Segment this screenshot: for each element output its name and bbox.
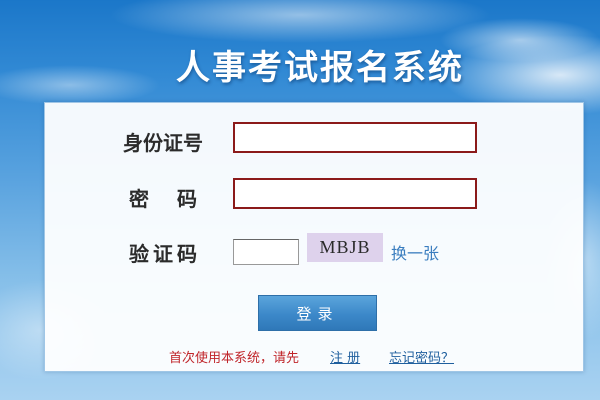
register-prompt: 首次使用本系统，请先 xyxy=(169,351,300,366)
forgot-password-link[interactable]: 忘记密码？ xyxy=(389,347,454,366)
captcha-input[interactable] xyxy=(233,239,299,265)
refresh-captcha-link[interactable]: 换一张 xyxy=(391,240,439,264)
password-input[interactable] xyxy=(233,178,477,209)
id-number-input[interactable] xyxy=(233,122,477,153)
password-label: 密 码 xyxy=(129,187,201,211)
login-button[interactable]: 登录 xyxy=(258,295,377,331)
captcha-label: 验证码 xyxy=(129,242,201,266)
login-panel: 身份证号 密 码 验证码 MBJB 换一张 登录 首次使用本系统，请先 注 册 … xyxy=(44,102,584,372)
page-title: 人事考试报名系统 xyxy=(176,48,464,88)
register-link[interactable]: 注 册 xyxy=(330,347,360,366)
id-number-label: 身份证号 xyxy=(123,131,203,155)
captcha-image[interactable]: MBJB xyxy=(307,233,383,262)
